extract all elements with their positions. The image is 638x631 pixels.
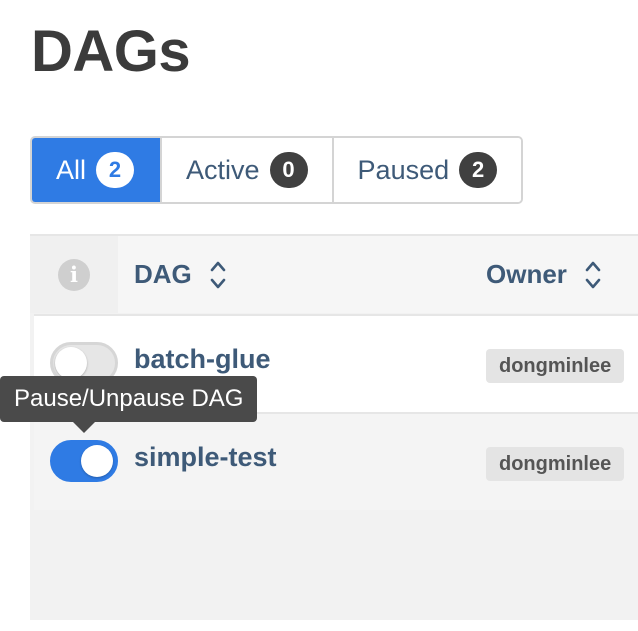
pause-tooltip: Pause/Unpause DAG	[0, 376, 258, 422]
filter-paused-button[interactable]: Paused 2	[333, 138, 522, 202]
page-title: DAGs	[31, 19, 191, 84]
pause-toggle[interactable]	[50, 440, 118, 482]
sort-icon[interactable]	[585, 260, 601, 290]
table-header: i DAG Owner	[30, 236, 638, 313]
dag-id-link[interactable]: simple-test	[134, 442, 277, 473]
dag-id-link[interactable]: batch-glue	[134, 344, 271, 375]
filter-paused-label: Paused	[357, 154, 450, 185]
dag-column-label: DAG	[134, 259, 192, 289]
toggle-knob	[81, 445, 113, 477]
dag-column-header[interactable]: DAG	[134, 236, 226, 313]
toggle-knob	[55, 347, 87, 379]
filter-active-button[interactable]: Active 0	[162, 138, 334, 202]
table-row: simple-test dongminlee	[34, 412, 638, 510]
owner-tag[interactable]: dongminlee	[486, 349, 625, 383]
owner-column-label: Owner	[486, 259, 567, 289]
filter-all-label: All	[56, 154, 87, 185]
sort-icon[interactable]	[210, 260, 226, 290]
owner-tag[interactable]: dongminlee	[486, 447, 625, 481]
filter-active-count-badge: 0	[269, 152, 308, 188]
dag-filter-group: All 2 Active 0 Paused 2	[30, 136, 524, 204]
tooltip-arrow	[72, 421, 96, 433]
filter-all-button[interactable]: All 2	[32, 138, 163, 202]
filter-paused-count-badge: 2	[459, 152, 498, 188]
dags-table: i DAG Owner batch-glue dongminlee simple…	[30, 234, 638, 620]
info-icon: i	[58, 258, 90, 291]
info-column-header: i	[30, 236, 118, 313]
owner-column-header[interactable]: Owner	[486, 236, 601, 313]
filter-all-count-badge: 2	[96, 152, 135, 188]
dags-page: DAGs All 2 Active 0 Paused 2 i DAG Owner…	[0, 0, 638, 631]
filter-active-label: Active	[186, 154, 260, 185]
